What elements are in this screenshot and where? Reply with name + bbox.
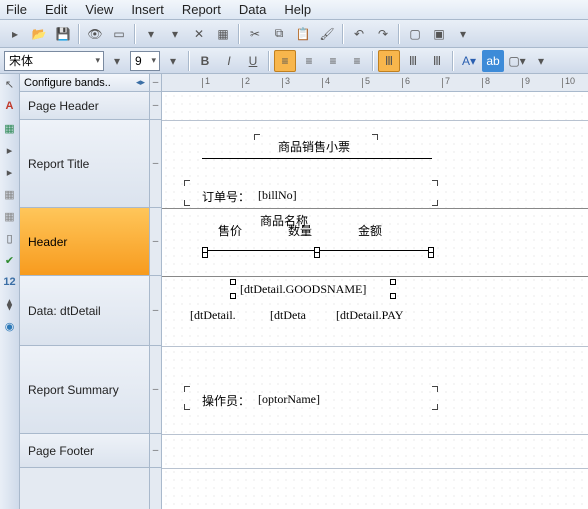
band-icon[interactable]: ▸ [2,142,18,158]
band-report-summary[interactable]: Report Summary [20,346,149,434]
new-icon[interactable]: ▸ [4,23,26,45]
paste-icon[interactable]: 📋 [292,23,314,45]
fontdrop-icon[interactable]: ▾ [106,50,128,72]
band-explorer: Configure bands.. ◂▸ Page Header Report … [20,74,150,509]
format-icon[interactable]: 🖌 [316,23,338,45]
d2-field[interactable]: [dtDeta [270,308,306,323]
group-icon[interactable]: ▢ [404,23,426,45]
valign-bot-icon[interactable]: Ⅲ [426,50,448,72]
align-right-icon[interactable]: ≡ [322,50,344,72]
open-icon[interactable]: 📂 [28,23,50,45]
redo-icon[interactable]: ↷ [372,23,394,45]
props-icon[interactable]: ▦ [212,23,234,45]
design-canvas[interactable]: 商品销售小票 订单号： [billNo] 售价 商品名称 数量 金额 [d [162,92,588,509]
fontcolor-icon[interactable]: A▾ [458,50,480,72]
globe-icon[interactable]: ◉ [2,318,18,334]
band-data[interactable]: Data: dtDetail [20,276,149,346]
orderno-field[interactable]: [billNo] [258,188,297,203]
newpage-icon[interactable]: ▾ [140,23,162,45]
copy-icon[interactable]: ⧉ [268,23,290,45]
band-gutter: – – – – – – – [150,74,162,509]
cut-icon[interactable]: ✂ [244,23,266,45]
menu-insert[interactable]: Insert [131,2,164,17]
italic-icon[interactable]: I [218,50,240,72]
band-page-footer[interactable]: Page Footer [20,434,149,468]
align-left-icon[interactable]: ≡ [274,50,296,72]
ungroup-icon[interactable]: ▣ [428,23,450,45]
newdialog-icon[interactable]: ▾ [164,23,186,45]
bold-icon[interactable]: B [194,50,216,72]
menu-help[interactable]: Help [284,2,311,17]
databand-icon[interactable]: ▸ [2,164,18,180]
save-icon[interactable]: 💾 [52,23,74,45]
underline-icon[interactable]: U [242,50,264,72]
delete-icon[interactable]: ✕ [188,23,210,45]
valign-mid-icon[interactable]: Ⅲ [402,50,424,72]
op-label[interactable]: 操作员： [202,392,250,409]
align-justify-icon[interactable]: ≡ [346,50,368,72]
menubar: File Edit View Insert Report Data Help [0,0,588,20]
text-icon[interactable]: A [2,98,18,114]
configure-bands-link[interactable]: Configure bands.. ◂▸ [20,74,149,92]
col-qty[interactable]: 数量 [288,222,312,239]
page-icon[interactable]: ▭ [108,23,130,45]
shape-icon[interactable]: ⧫ [2,296,18,312]
d1-field[interactable]: [dtDetail. [190,308,236,323]
main-toolbar: ▸ 📂 💾 👁 ▭ ▾ ▾ ✕ ▦ ✂ ⧉ 📋 🖌 ↶ ↷ ▢ ▣ ▾ [0,20,588,48]
border-icon[interactable]: ▢▾ [506,50,528,72]
orderno-label[interactable]: 订单号： [202,188,250,205]
matrix-icon[interactable]: ▦ [2,208,18,224]
align-center-icon[interactable]: ≡ [298,50,320,72]
valign-top-icon[interactable]: Ⅲ [378,50,400,72]
goodsname-field[interactable]: [dtDetail.GOODSNAME] [240,282,366,297]
title-field[interactable]: 商品销售小票 [278,138,350,155]
canvas-wrap: 1 2 3 4 5 6 7 8 9 10 商品销售小票 订单号： [billNo [162,74,588,509]
band-page-header[interactable]: Page Header [20,92,149,120]
table-icon[interactable]: ▦ [2,186,18,202]
fillcolor-icon[interactable]: ab [482,50,504,72]
expand-icon: ◂▸ [136,77,145,88]
d3-field[interactable]: [dtDetail.PAY [336,308,403,323]
op-field[interactable]: [optorName] [258,392,320,407]
menu-view[interactable]: View [85,2,113,17]
menu-report[interactable]: Report [182,2,221,17]
band-header[interactable]: Header [20,208,149,276]
col-amt[interactable]: 金额 [358,222,382,239]
menu-file[interactable]: File [6,2,27,17]
image-icon[interactable]: ▦ [2,120,18,136]
style-icon[interactable]: ▾ [530,50,552,72]
more-icon[interactable]: ▾ [452,23,474,45]
h-ruler: 1 2 3 4 5 6 7 8 9 10 [162,74,588,92]
col-price[interactable]: 售价 [218,222,242,239]
left-toolbox: ↖ A ▦ ▸ ▸ ▦ ▦ ▯ ✔ 12 ⧫ ◉ [0,74,20,509]
menu-data[interactable]: Data [239,2,266,17]
menu-edit[interactable]: Edit [45,2,67,17]
counter-icon[interactable]: 12 [2,274,18,290]
preview-icon[interactable]: 👁 [84,23,106,45]
band-report-title[interactable]: Report Title [20,120,149,208]
format-toolbar: 宋体 ▾ 9 ▾ B I U ≡ ≡ ≡ ≡ Ⅲ Ⅲ Ⅲ A▾ ab ▢▾ ▾ [0,48,588,74]
sizedrop-icon[interactable]: ▾ [162,50,184,72]
check-icon[interactable]: ✔ [2,252,18,268]
font-size-combo[interactable]: 9 [130,51,160,71]
barcode-icon[interactable]: ▯ [2,230,18,246]
pointer-icon[interactable]: ↖ [2,76,18,92]
font-name-combo[interactable]: 宋体 [4,51,104,71]
undo-icon[interactable]: ↶ [348,23,370,45]
configure-label: Configure bands.. [24,77,111,89]
